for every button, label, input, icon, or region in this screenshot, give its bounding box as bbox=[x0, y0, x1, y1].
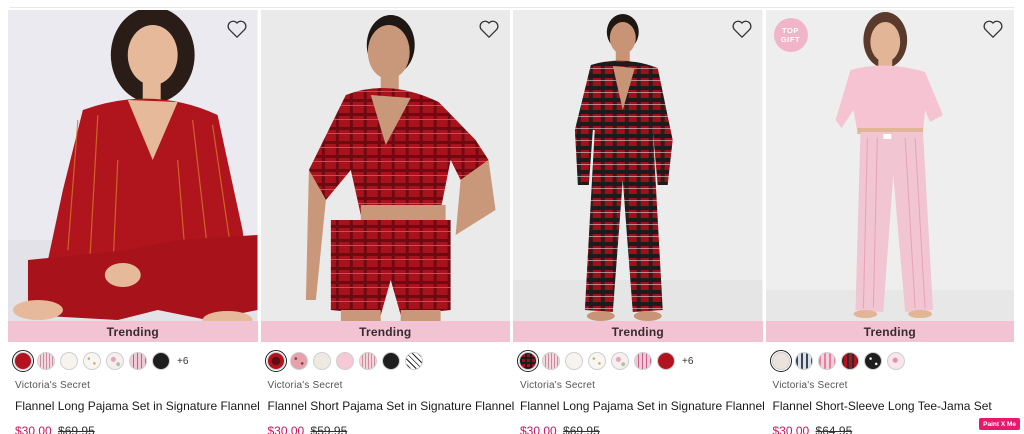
product-card[interactable]: Trending +6 Victoria's Secret Flannel Lo… bbox=[8, 10, 260, 434]
color-swatch[interactable] bbox=[289, 352, 308, 370]
trending-banner: Trending bbox=[260, 321, 510, 342]
color-swatch[interactable] bbox=[152, 352, 170, 370]
more-colors-link[interactable]: +6 bbox=[682, 356, 693, 367]
color-swatch[interactable] bbox=[863, 352, 882, 370]
original-price: $59.95 bbox=[310, 424, 348, 434]
color-swatch[interactable] bbox=[794, 352, 813, 370]
color-swatches: +6 bbox=[11, 349, 258, 373]
color-swatch[interactable] bbox=[11, 349, 35, 373]
wishlist-heart-icon[interactable] bbox=[731, 19, 753, 39]
sale-price: $30.00 bbox=[267, 424, 305, 434]
color-swatch[interactable] bbox=[358, 352, 377, 370]
product-name[interactable]: Flannel Short-Sleeve Long Tee-Jama Set bbox=[773, 399, 1015, 413]
product-card[interactable]: Trending +6 Victoria's Secret Flannel Lo… bbox=[513, 10, 765, 434]
color-swatch[interactable] bbox=[60, 352, 78, 370]
color-swatch[interactable] bbox=[404, 352, 423, 370]
color-swatches: +6 bbox=[516, 349, 763, 373]
wishlist-heart-icon[interactable] bbox=[478, 19, 500, 39]
product-photo bbox=[8, 10, 258, 342]
product-photo bbox=[513, 10, 763, 342]
color-swatch[interactable] bbox=[129, 352, 147, 370]
trending-banner: Trending bbox=[513, 321, 763, 342]
badge-line-1: TOP bbox=[781, 26, 800, 35]
color-swatch[interactable] bbox=[611, 352, 629, 370]
color-swatches bbox=[769, 349, 1015, 373]
color-swatch[interactable] bbox=[886, 352, 905, 370]
product-image[interactable]: Trending bbox=[260, 10, 510, 342]
price: $30.00 $64.95 bbox=[773, 424, 1015, 434]
color-swatch[interactable] bbox=[565, 352, 583, 370]
color-swatch[interactable] bbox=[264, 349, 287, 373]
wishlist-heart-icon[interactable] bbox=[226, 19, 248, 39]
product-card[interactable]: TOP GIFT Trending Victoria's Secret Flan… bbox=[765, 10, 1015, 434]
trending-banner: Trending bbox=[765, 321, 1014, 342]
trending-banner: Trending bbox=[8, 321, 258, 342]
original-price: $64.95 bbox=[815, 424, 853, 434]
color-swatch[interactable] bbox=[312, 352, 331, 370]
color-swatch[interactable] bbox=[634, 352, 652, 370]
product-card[interactable]: Trending Victoria's Secret Flannel Short… bbox=[260, 10, 515, 434]
original-price: $69.95 bbox=[58, 424, 95, 434]
price: $30.00 $59.95 bbox=[268, 424, 511, 434]
color-swatch[interactable] bbox=[817, 352, 836, 370]
brand-name: Victoria's Secret bbox=[15, 380, 91, 391]
product-photo bbox=[765, 10, 1014, 342]
wishlist-heart-icon[interactable] bbox=[982, 19, 1004, 39]
sale-price: $30.00 bbox=[15, 424, 52, 434]
sale-price: $30.00 bbox=[772, 424, 810, 434]
color-swatch[interactable] bbox=[588, 352, 606, 370]
product-image[interactable]: Trending bbox=[8, 10, 258, 342]
product-image[interactable]: TOP GIFT Trending bbox=[765, 10, 1014, 342]
color-swatch[interactable] bbox=[37, 352, 55, 370]
color-swatch[interactable] bbox=[516, 349, 540, 373]
product-grid: Trending +6 Victoria's Secret Flannel Lo… bbox=[8, 10, 1014, 434]
product-name[interactable]: Flannel Long Pajama Set in Signature Fla… bbox=[520, 399, 765, 413]
original-price: $69.95 bbox=[563, 424, 600, 434]
price: $30.00 $69.95 bbox=[520, 424, 763, 434]
color-swatch[interactable] bbox=[381, 352, 400, 370]
color-swatch[interactable] bbox=[83, 352, 101, 370]
product-name[interactable]: Flannel Long Pajama Set in Signature Fla… bbox=[15, 399, 260, 413]
brand-name: Victoria's Secret bbox=[267, 380, 343, 391]
top-divider bbox=[10, 7, 1014, 8]
more-colors-link[interactable]: +6 bbox=[177, 356, 188, 367]
product-photo bbox=[260, 10, 510, 342]
color-swatch[interactable] bbox=[106, 352, 124, 370]
color-swatch[interactable] bbox=[657, 352, 675, 370]
badge-line-2: GIFT bbox=[780, 35, 801, 44]
color-swatches bbox=[264, 349, 511, 373]
color-swatch[interactable] bbox=[840, 352, 859, 370]
price: $30.00 $69.95 bbox=[15, 424, 258, 434]
product-name[interactable]: Flannel Short Pajama Set in Signature Fl… bbox=[268, 399, 515, 413]
color-swatch[interactable] bbox=[335, 352, 354, 370]
brand-name: Victoria's Secret bbox=[520, 380, 596, 391]
brand-name: Victoria's Secret bbox=[772, 380, 848, 391]
product-image[interactable]: Trending bbox=[513, 10, 763, 342]
top-gift-badge: TOP GIFT bbox=[773, 18, 808, 52]
paint-x-me-badge[interactable]: Paint X Me bbox=[979, 418, 1020, 430]
color-swatch[interactable] bbox=[769, 349, 792, 373]
sale-price: $30.00 bbox=[520, 424, 557, 434]
color-swatch[interactable] bbox=[542, 352, 560, 370]
